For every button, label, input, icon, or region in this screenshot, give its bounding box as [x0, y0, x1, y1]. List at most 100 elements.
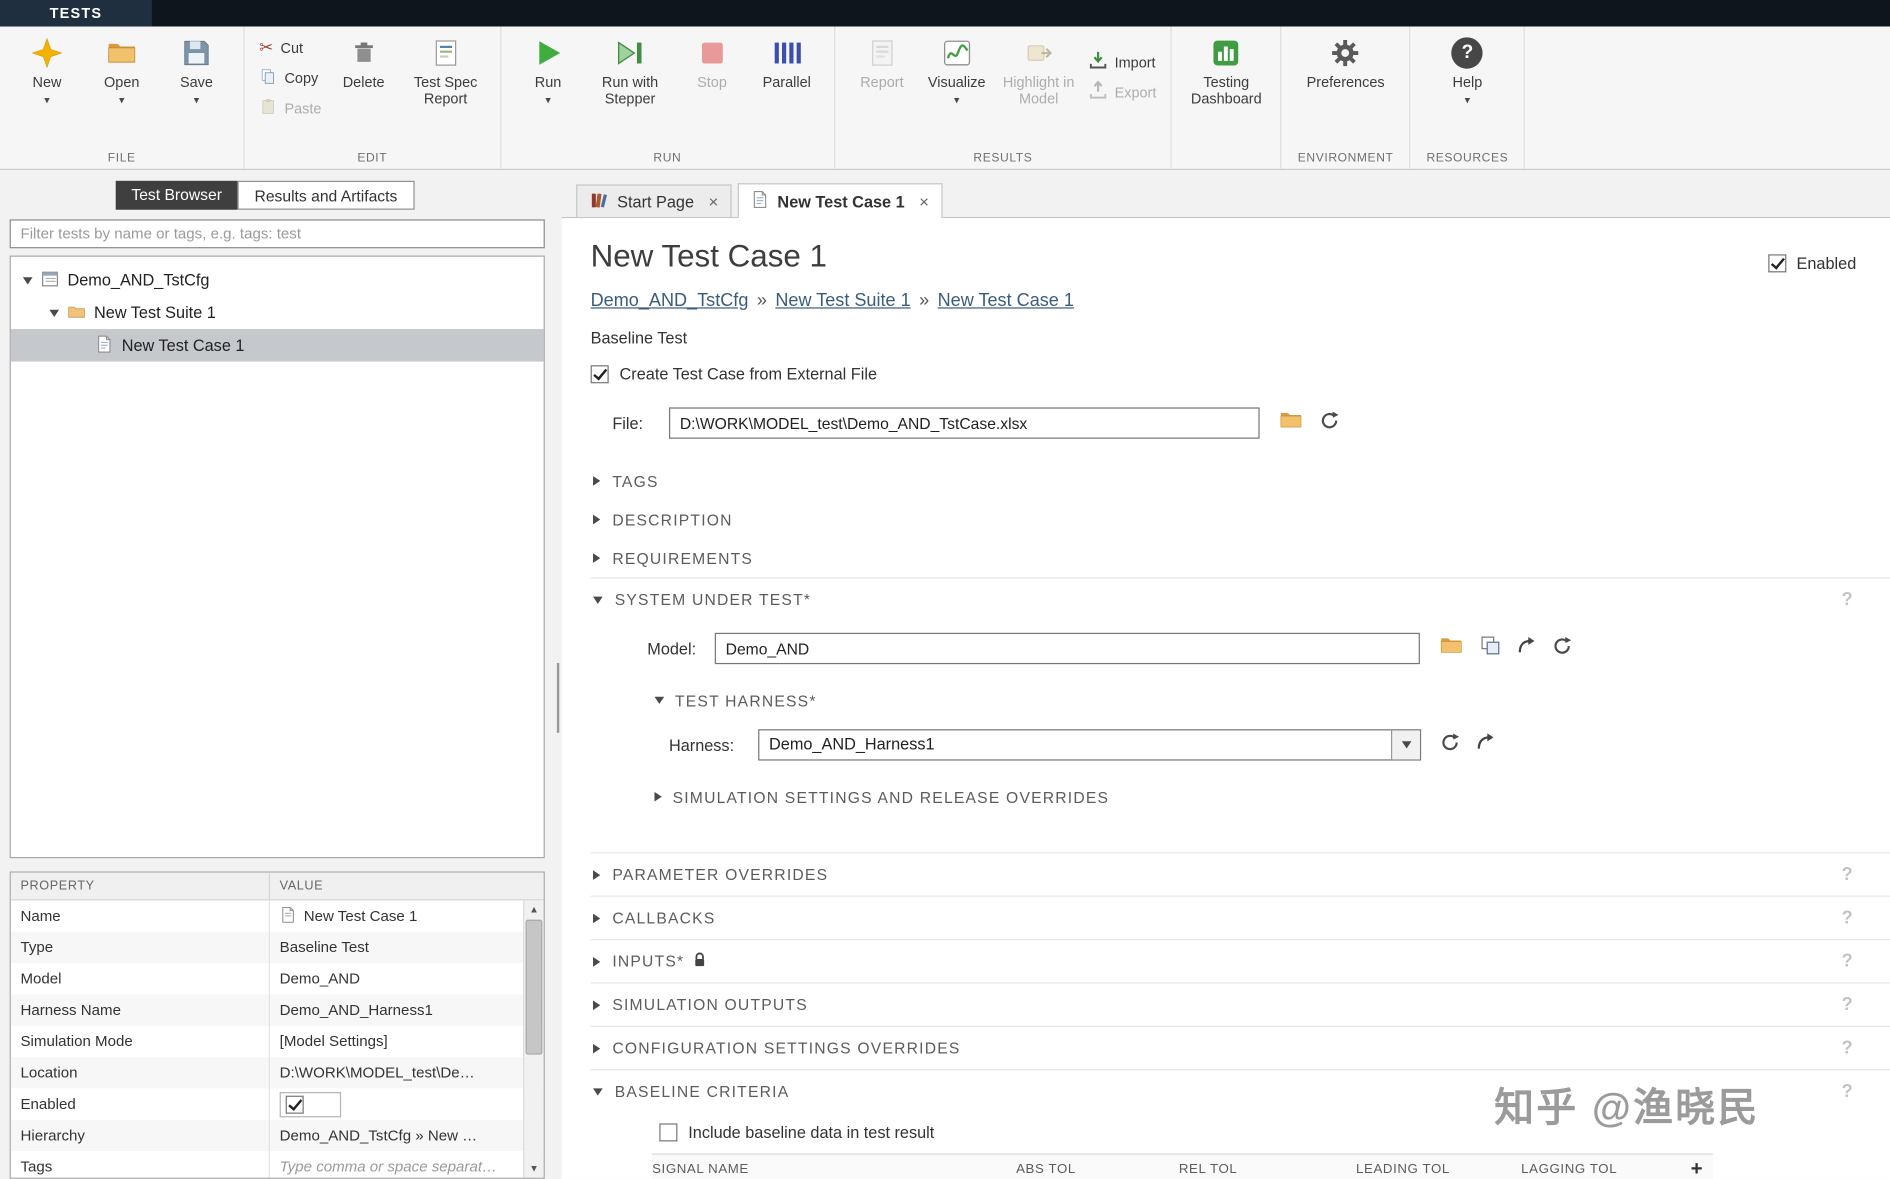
new-button[interactable]: New ▾ [10, 30, 85, 106]
browse-folder-icon[interactable] [1439, 635, 1463, 662]
model-label: Model: [647, 639, 697, 658]
delete-button[interactable]: Delete [326, 30, 401, 91]
refresh-icon[interactable] [1552, 636, 1572, 661]
browse-folder-icon[interactable] [1279, 410, 1303, 437]
section-label: DESCRIPTION [612, 510, 733, 529]
refresh-icon[interactable] [1440, 732, 1460, 757]
help-question-icon[interactable]: ? [1842, 994, 1854, 1014]
section-tags[interactable]: TAGS [591, 462, 1890, 501]
tree-item-test-case[interactable]: New Test Case 1 [10, 329, 544, 362]
section-system-under-test[interactable]: SYSTEM UNDER TEST* ? [590, 577, 1890, 620]
close-icon[interactable]: × [709, 192, 719, 211]
filter-tests-input[interactable] [9, 219, 545, 249]
section-callbacks[interactable]: CALLBACKS ? [590, 895, 1890, 939]
expander-down-icon[interactable] [22, 276, 33, 284]
export-icon [1088, 80, 1107, 104]
tree-item-test-file[interactable]: Demo_AND_TstCfg [11, 264, 544, 297]
help-icon: ? [1451, 35, 1484, 71]
use-current-model-icon[interactable] [1480, 635, 1500, 662]
test-spec-report-button[interactable]: Test Spec Report [401, 30, 490, 108]
tags-placeholder-text[interactable]: Type comma or space separat… [280, 1158, 497, 1175]
highlight-in-model-button[interactable]: Highlight in Model [994, 30, 1083, 108]
harness-combobox[interactable]: Demo_AND_Harness1 [758, 729, 1422, 761]
file-path-input[interactable] [668, 407, 1260, 439]
gear-icon [1330, 35, 1361, 71]
jump-to-harness-icon[interactable] [1477, 733, 1495, 757]
section-description[interactable]: DESCRIPTION [591, 500, 1890, 539]
jump-to-model-icon[interactable] [1518, 636, 1536, 660]
save-button[interactable]: Save ▾ [159, 30, 234, 106]
create-from-external-checkbox[interactable] [590, 365, 609, 384]
include-baseline-checkbox[interactable] [659, 1123, 678, 1142]
help-button[interactable]: ? Help ▾ [1430, 30, 1505, 106]
section-requirements[interactable]: REQUIREMENTS [591, 539, 1890, 578]
save-icon [181, 35, 212, 71]
property-row: Simulation Mode [Model Settings] [11, 1025, 544, 1058]
scroll-down-icon[interactable]: ▼ [524, 1160, 543, 1178]
enabled-checkbox[interactable] [1768, 254, 1787, 273]
open-button[interactable]: Open ▾ [84, 30, 159, 106]
breadcrumb-link[interactable]: New Test Case 1 [938, 290, 1074, 310]
copy-button[interactable]: Copy [254, 63, 326, 93]
tab-label: Start Page [617, 192, 695, 211]
test-browser-tree: Demo_AND_TstCfg New Test Suite 1 New Tes… [9, 255, 545, 859]
add-signal-icon[interactable]: + [1691, 1157, 1713, 1179]
stop-button[interactable]: Stop [675, 30, 750, 91]
panel-splitter[interactable] [554, 181, 561, 1179]
edit-group-label: EDIT [357, 151, 388, 166]
enabled-checkbox[interactable] [285, 1095, 304, 1114]
scrollbar-thumb[interactable] [525, 919, 543, 1055]
dropdown-button[interactable] [1390, 730, 1420, 760]
run-with-stepper-button[interactable]: Run with Stepper [585, 30, 674, 108]
expander-down-icon[interactable] [49, 309, 60, 317]
help-question-icon[interactable]: ? [1842, 864, 1854, 884]
enabled-cell [279, 1091, 342, 1117]
import-button[interactable]: Import [1083, 47, 1161, 77]
close-icon[interactable]: × [919, 192, 929, 211]
refresh-icon[interactable] [1320, 410, 1339, 435]
help-question-icon[interactable]: ? [1842, 951, 1854, 971]
scrollbar-vertical[interactable]: ▲ ▼ [523, 900, 544, 1178]
help-question-icon[interactable]: ? [1842, 1038, 1854, 1058]
property-name: Enabled [20, 1095, 76, 1113]
breadcrumb-link[interactable]: New Test Suite 1 [775, 290, 910, 310]
paste-button[interactable]: Paste [254, 93, 326, 123]
report-button[interactable]: Report [845, 30, 920, 91]
parallel-button[interactable]: Parallel [749, 30, 824, 91]
tab-results-and-artifacts[interactable]: Results and Artifacts [237, 180, 415, 210]
section-parameter-overrides[interactable]: PARAMETER OVERRIDES ? [590, 852, 1890, 895]
import-export-stack: Import Export [1083, 47, 1161, 107]
property-name: Type [20, 938, 54, 956]
export-button[interactable]: Export [1083, 77, 1161, 107]
help-question-icon[interactable]: ? [1842, 589, 1854, 609]
enabled-control: Enabled [1768, 254, 1856, 273]
run-button[interactable]: Run ▾ [511, 30, 586, 106]
testing-dashboard-button[interactable]: Testing Dashboard [1182, 30, 1271, 108]
visualize-button[interactable]: Visualize ▾ [919, 30, 994, 106]
column-signal-name: SIGNAL NAME [652, 1161, 749, 1176]
help-question-icon[interactable]: ? [1842, 908, 1854, 928]
breadcrumb-link[interactable]: Demo_AND_TstCfg [591, 290, 749, 310]
section-test-harness[interactable]: TEST HARNESS* [591, 681, 1890, 720]
section-simulation-outputs[interactable]: SIMULATION OUTPUTS ? [590, 982, 1890, 1025]
tab-new-test-case[interactable]: New Test Case 1 × [737, 183, 943, 219]
column-leading-tol: LEADING TOL [1356, 1161, 1450, 1176]
chevron-down-icon: ▾ [953, 93, 960, 106]
cut-button[interactable]: ✂ Cut [254, 33, 326, 63]
tab-start-page[interactable]: Start Page × [576, 184, 732, 217]
model-input[interactable] [714, 632, 1420, 665]
section-simulation-settings[interactable]: SIMULATION SETTINGS AND RELEASE OVERRIDE… [591, 777, 1890, 816]
help-question-icon[interactable]: ? [1842, 1081, 1854, 1101]
run-label: Run [534, 73, 562, 91]
scroll-up-icon[interactable]: ▲ [524, 900, 543, 918]
preferences-button[interactable]: Preferences [1301, 30, 1390, 91]
tab-test-browser[interactable]: Test Browser [115, 180, 238, 210]
section-configuration-overrides[interactable]: CONFIGURATION SETTINGS OVERRIDES ? [590, 1025, 1890, 1069]
section-inputs[interactable]: INPUTS* ? [590, 938, 1890, 982]
section-label: SYSTEM UNDER TEST* [614, 590, 812, 609]
tab-tests[interactable]: TESTS [0, 0, 152, 27]
chevron-right-icon [593, 1043, 601, 1053]
tree-item-test-suite[interactable]: New Test Suite 1 [11, 297, 544, 330]
property-row: Hierarchy Demo_AND_TstCfg » New … [10, 1119, 544, 1152]
property-name: Hierarchy [20, 1127, 85, 1144]
